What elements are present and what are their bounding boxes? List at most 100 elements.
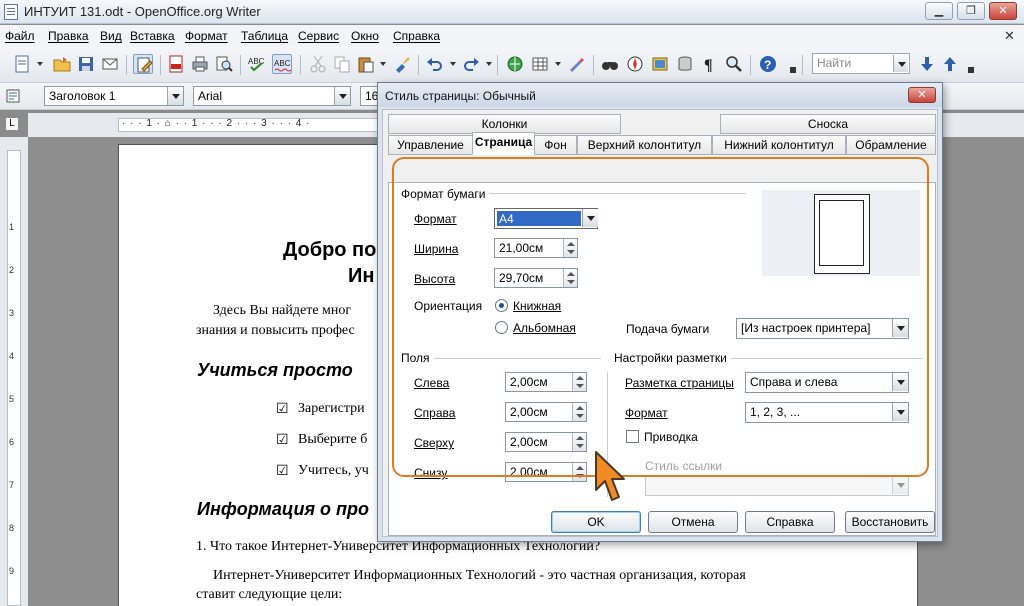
title-bar: ИНТУИТ 131.odt - OpenOffice.org Writer ▁… [0, 0, 1024, 24]
gallery-icon[interactable] [650, 54, 670, 74]
tab-page[interactable]: Страница [472, 132, 535, 155]
doc-heading-2: Учиться просто [197, 360, 353, 380]
dialog-close-button[interactable]: ✕ [908, 87, 936, 103]
ruler-number: 7 [9, 480, 15, 490]
chevron-down-icon[interactable] [450, 62, 456, 66]
tab-borders[interactable]: Обрамление [846, 135, 936, 155]
open-folder-icon[interactable] [52, 54, 72, 74]
menu-bar: Файл Правка Вид Вставка Формат Таблица С… [0, 25, 1024, 47]
help-button[interactable]: Справка [745, 511, 835, 533]
find-dropdown-button[interactable] [893, 55, 908, 72]
paragraph-style-dropdown[interactable] [167, 87, 183, 105]
find-replace-icon[interactable] [600, 54, 620, 74]
menu-edit[interactable]: Правка [48, 29, 89, 43]
checkbox-bullet-icon: ☑ [276, 462, 289, 478]
hyperlink-icon[interactable] [505, 54, 525, 74]
edit-file-icon[interactable] [133, 54, 153, 74]
doc-paragraph-line2: ставит следующие цели: [196, 587, 343, 602]
redo-icon[interactable] [461, 54, 481, 74]
find-next-down-icon[interactable] [917, 54, 937, 74]
tab-footnote[interactable]: Сноска [720, 114, 936, 134]
highlight-frame [392, 157, 929, 477]
new-document-icon[interactable] [12, 54, 32, 74]
menu-window[interactable]: Окно [351, 29, 379, 43]
font-name-combo[interactable]: Arial [193, 86, 351, 106]
zoom-icon[interactable] [724, 54, 744, 74]
menu-view[interactable]: Вид [100, 29, 122, 43]
ruler-number: 3 [9, 308, 15, 318]
chevron-down-icon[interactable] [37, 62, 43, 66]
doc-intro-line1: Здесь Вы найдете мног [213, 303, 352, 318]
menu-file[interactable]: Файл [5, 29, 35, 43]
doc-list-item: Выберите б [298, 432, 368, 447]
tab-footer[interactable]: Нижний колонтитул [712, 135, 846, 155]
menu-format[interactable]: Формат [185, 29, 228, 43]
tab-header[interactable]: Верхний колонтитул [577, 135, 712, 155]
vertical-ruler-strip [7, 150, 21, 606]
draw-functions-icon[interactable] [567, 54, 587, 74]
reference-style-dropdown[interactable] [892, 476, 908, 494]
paragraph-style-combo[interactable]: Заголовок 1 [44, 86, 184, 106]
doc-intro-line2: знания и повысить профес [196, 323, 355, 338]
print-preview-icon[interactable] [214, 54, 234, 74]
menu-table[interactable]: Таблица [241, 29, 288, 43]
doc-list-item: Учитесь, уч [298, 463, 369, 478]
mouse-cursor-icon [592, 450, 628, 509]
menu-help[interactable]: Справка [393, 29, 440, 43]
copy-icon[interactable] [332, 54, 352, 74]
ruler-number: 6 [9, 437, 15, 447]
reference-style-select[interactable] [645, 475, 909, 496]
spellcheck-icon[interactable]: ABC [247, 54, 267, 74]
tab-background[interactable]: Фон [534, 135, 577, 155]
ruler-numbers: · · · 1 · ⌂ · · 1 · · · 2 · · · 3 · · · … [122, 118, 311, 129]
navigator-icon[interactable] [625, 54, 645, 74]
chevron-down-icon[interactable] [380, 62, 386, 66]
minimize-button[interactable]: ▁ [925, 2, 953, 20]
svg-text:ABC: ABC [248, 57, 265, 66]
svg-text:¶: ¶ [704, 57, 713, 74]
close-button[interactable]: ✕ [989, 2, 1017, 20]
checkbox-bullet-icon: ☑ [276, 431, 289, 447]
checkbox-bullet-icon: ☑ [276, 400, 289, 416]
tab-organizer[interactable]: Управление [388, 135, 473, 155]
ruler-number: 1 [9, 222, 15, 232]
menu-insert[interactable]: Вставка [130, 29, 175, 43]
find-previous-up-icon[interactable] [940, 54, 960, 74]
font-name-dropdown[interactable] [334, 87, 350, 105]
export-pdf-icon[interactable] [166, 54, 186, 74]
ruler-number: 9 [9, 566, 15, 576]
ruler-number: 5 [9, 394, 15, 404]
doc-heading-1: Добро по [283, 239, 377, 261]
email-icon[interactable] [100, 54, 120, 74]
dialog-title: Стиль страницы: Обычный [385, 89, 536, 103]
help-icon[interactable]: ? [758, 54, 778, 74]
tab-columns[interactable]: Колонки [388, 114, 621, 134]
cancel-button[interactable]: Отмена [648, 511, 738, 533]
paste-icon[interactable] [356, 54, 376, 74]
svg-text:ABC: ABC [274, 59, 291, 68]
ruler-number: 2 [9, 265, 15, 275]
menu-tools[interactable]: Сервис [298, 29, 339, 43]
ruler-number: 8 [9, 523, 15, 533]
styles-formatting-icon[interactable] [6, 89, 20, 103]
close-document-icon[interactable]: ✕ [1004, 28, 1015, 44]
format-paintbrush-icon[interactable] [392, 54, 412, 74]
cut-icon[interactable] [308, 54, 328, 74]
maximize-button[interactable]: ❐ [957, 2, 985, 20]
undo-icon[interactable] [425, 54, 445, 74]
dialog-title-bar: Стиль страницы: Обычный ✕ [378, 83, 942, 107]
print-icon[interactable] [190, 54, 210, 74]
autospellcheck-icon[interactable]: ABC [272, 54, 292, 74]
chevron-down-icon[interactable] [555, 62, 561, 66]
ruler-number: 4 [9, 351, 15, 361]
save-icon[interactable] [76, 54, 96, 74]
data-sources-icon[interactable] [675, 54, 695, 74]
table-icon[interactable] [530, 54, 550, 74]
tab-stop-selector[interactable]: L [5, 117, 19, 131]
doc-heading-1-line2: Ин [348, 265, 375, 287]
reset-button[interactable]: Восстановить [845, 511, 935, 533]
chevron-down-icon[interactable] [486, 62, 492, 66]
formatting-marks-icon[interactable]: ¶ [700, 54, 720, 74]
doc-list-item: Зарегистри [298, 401, 365, 416]
ok-button[interactable]: OK [551, 511, 641, 533]
